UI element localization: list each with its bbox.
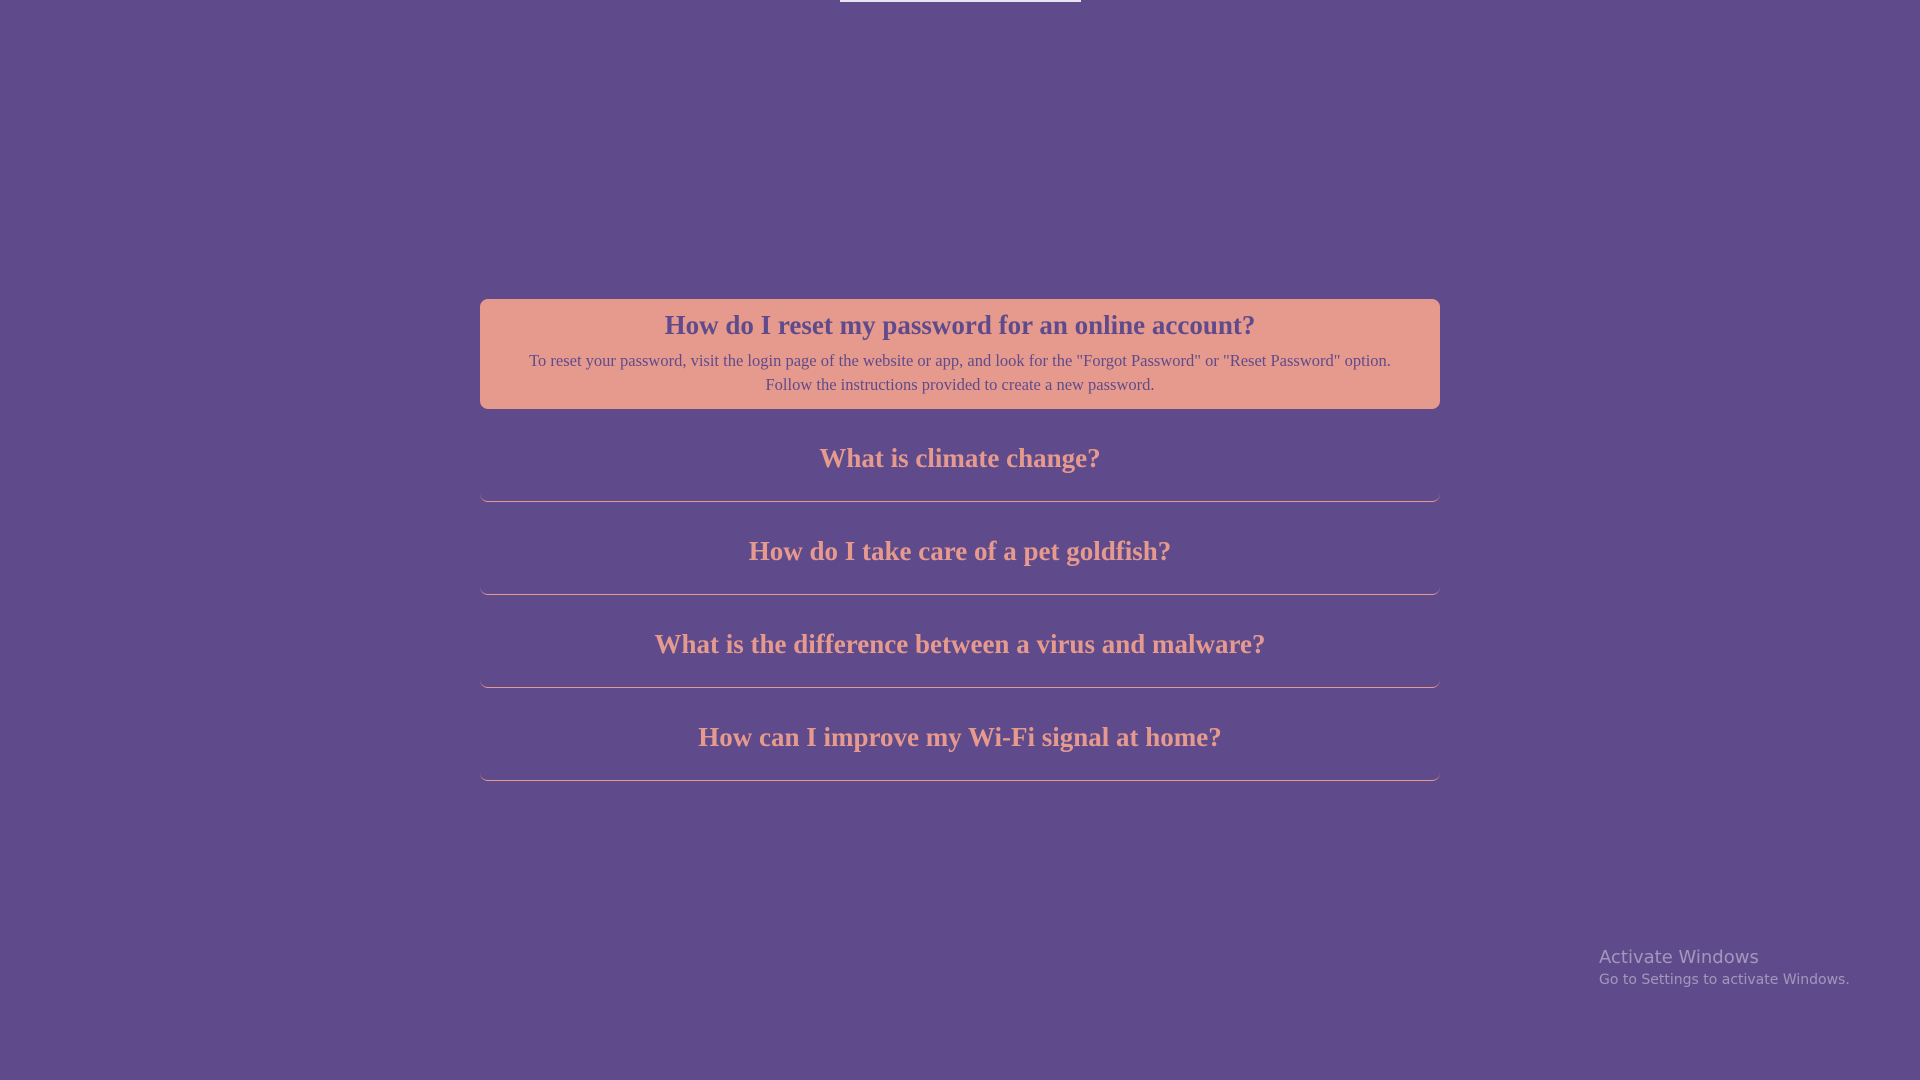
top-scroll-indicator (840, 0, 1081, 2)
faq-question[interactable]: How do I reset my password for an online… (510, 309, 1410, 341)
faq-question[interactable]: How can I improve my Wi-Fi signal at hom… (480, 694, 1440, 753)
faq-question[interactable]: What is the difference between a virus a… (480, 601, 1440, 660)
faq-question[interactable]: How do I take care of a pet goldfish? (480, 508, 1440, 567)
faq-item-wifi-signal[interactable]: How can I improve my Wi-Fi signal at hom… (480, 694, 1440, 781)
faq-item-virus-malware[interactable]: What is the difference between a virus a… (480, 601, 1440, 688)
faq-item-climate-change[interactable]: What is climate change? (480, 415, 1440, 502)
faq-item-reset-password[interactable]: How do I reset my password for an online… (480, 299, 1440, 409)
watermark-subtitle: Go to Settings to activate Windows. (1599, 972, 1850, 988)
activate-windows-watermark: Activate Windows Go to Settings to activ… (1599, 946, 1850, 990)
faq-answer: To reset your password, visit the login … (529, 351, 1391, 394)
faq-list: How do I reset my password for an online… (480, 299, 1440, 781)
watermark-title: Activate Windows (1599, 947, 1759, 968)
faq-item-goldfish[interactable]: How do I take care of a pet goldfish? (480, 508, 1440, 595)
faq-question[interactable]: What is climate change? (480, 415, 1440, 474)
